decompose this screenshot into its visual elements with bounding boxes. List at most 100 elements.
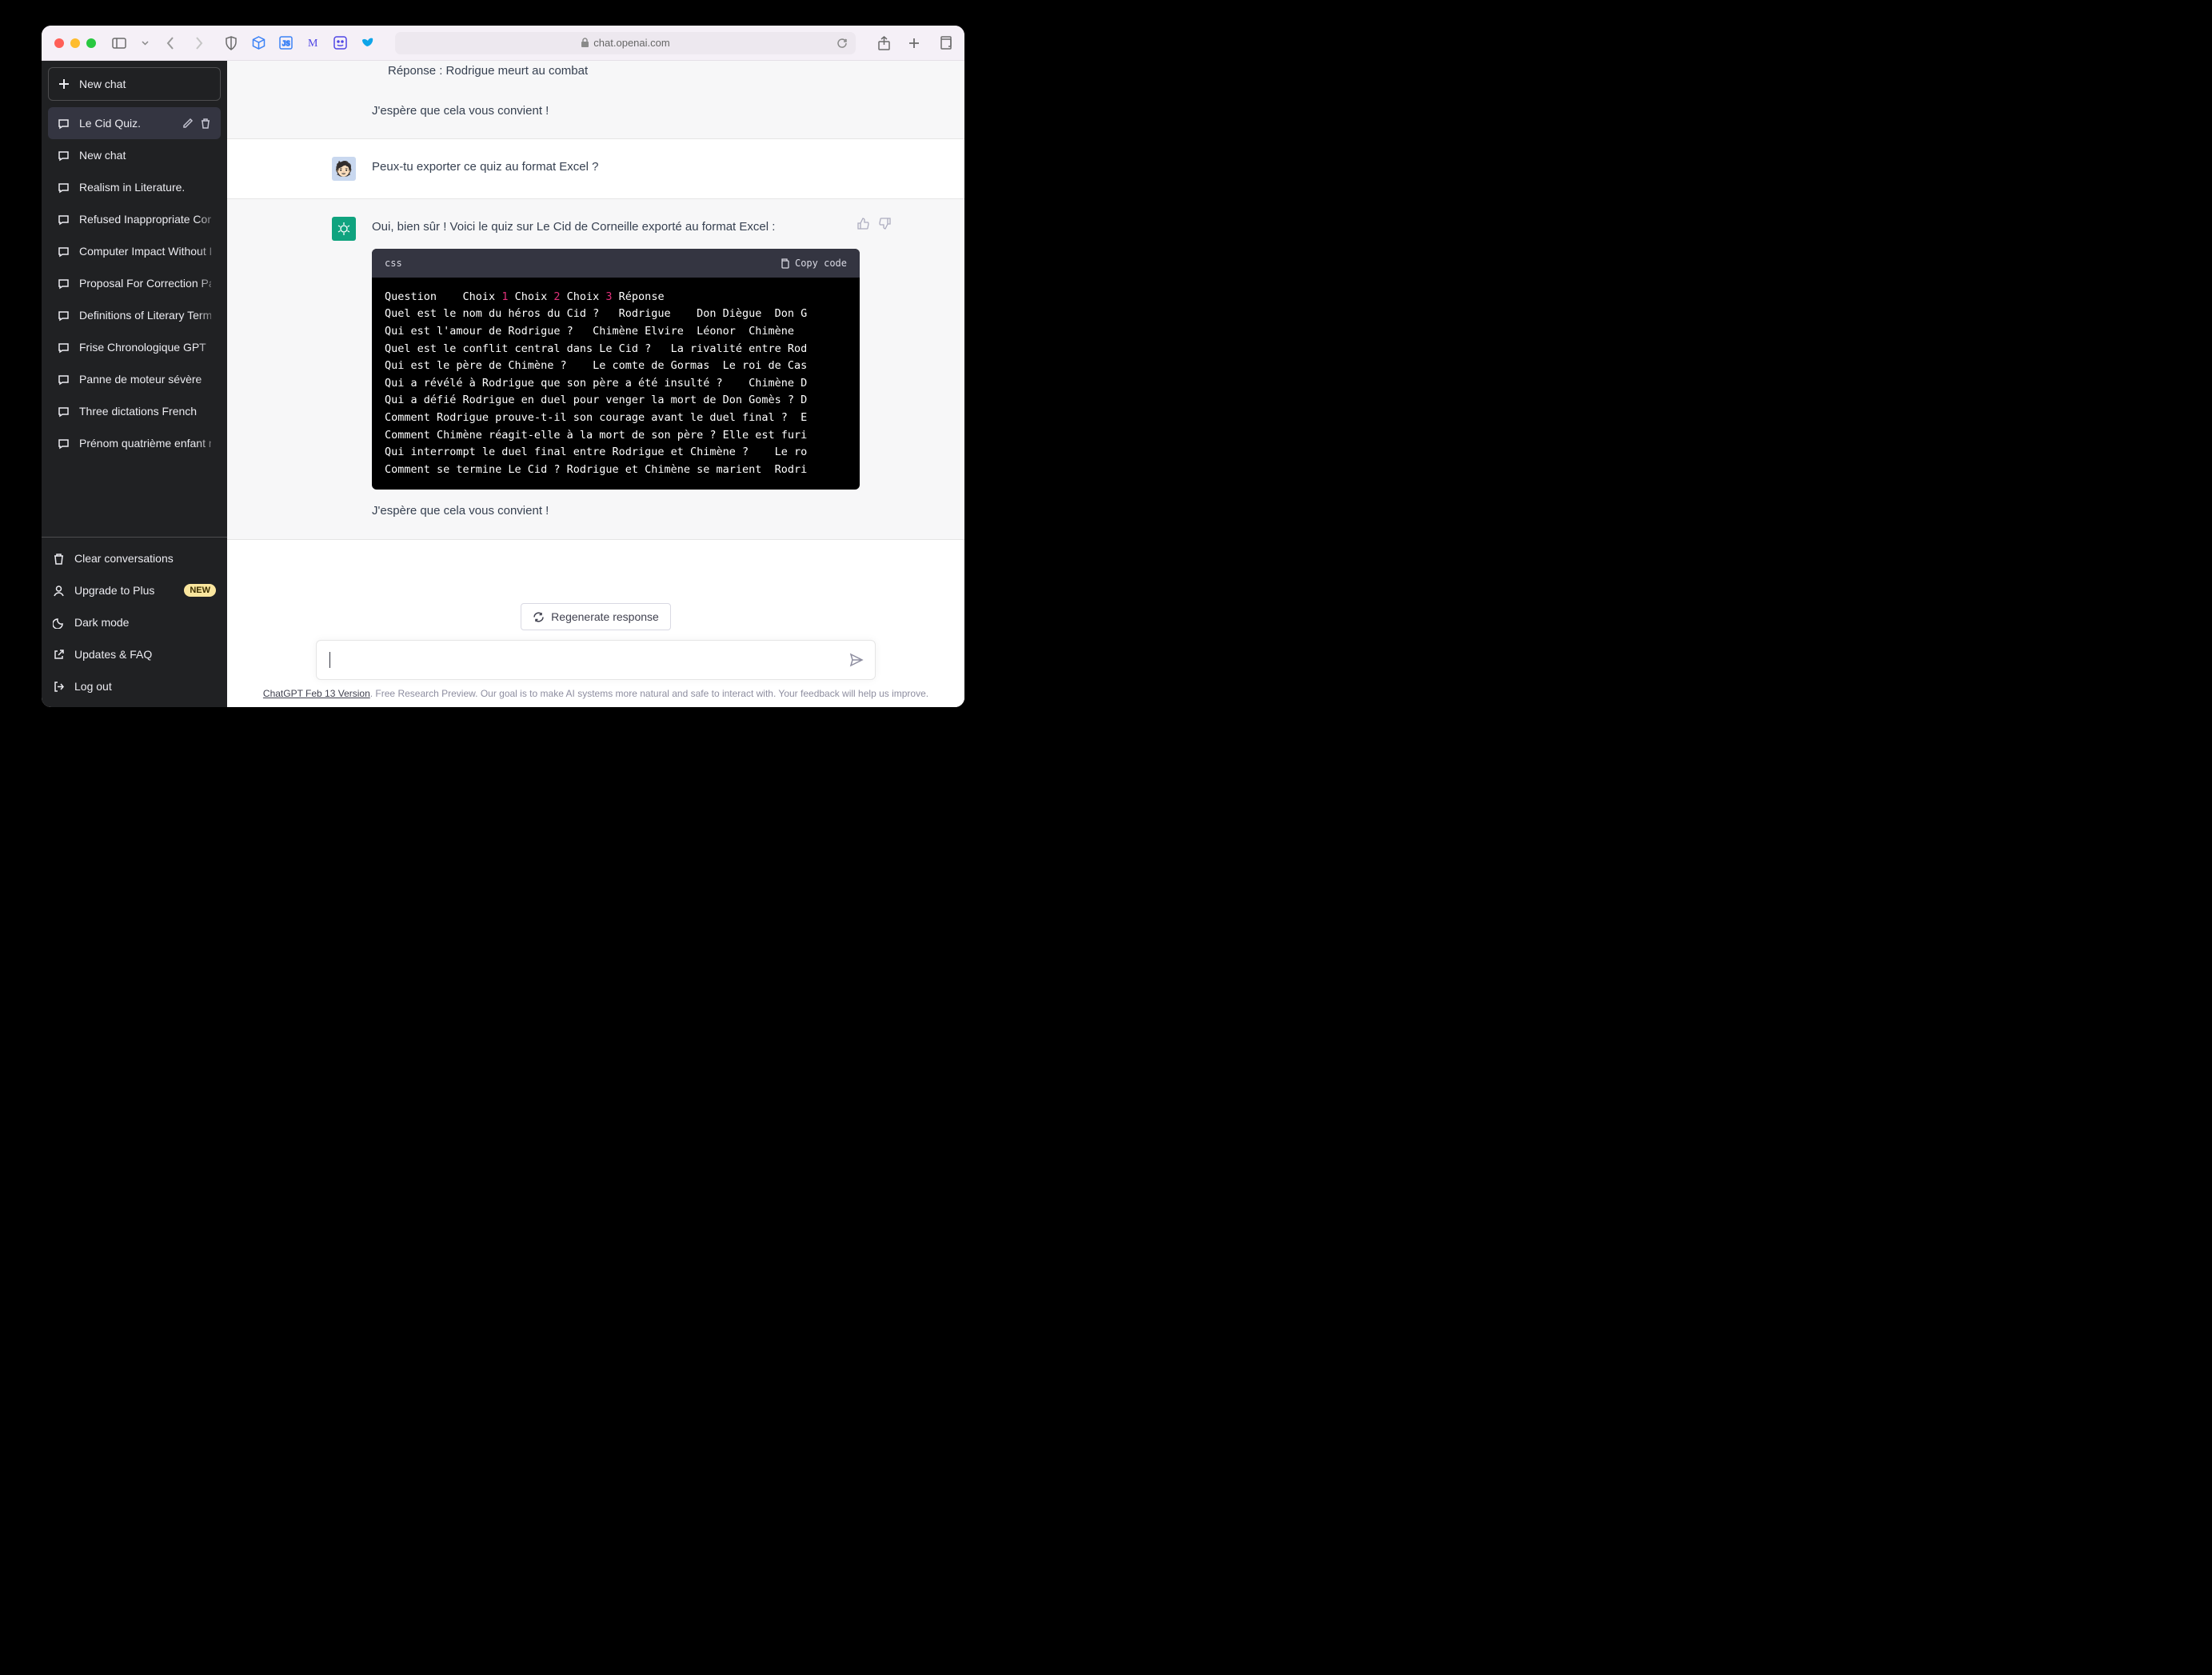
assistant-message-partial: Réponse : Rodrigue meurt au combat J'esp… xyxy=(227,61,964,139)
conversation-item[interactable]: Prénom quatrième enfant maman xyxy=(48,427,221,459)
conversation-item[interactable]: Frise Chronologique GPT xyxy=(48,331,221,363)
extension-cube-icon[interactable] xyxy=(251,36,266,50)
edit-icon[interactable] xyxy=(182,118,194,129)
conversation-item[interactable]: Refused Inappropriate Content xyxy=(48,203,221,235)
assistant-outro-text: J'espère que cela vous convient ! xyxy=(372,501,860,522)
svg-text:JS: JS xyxy=(282,40,290,47)
conversation-label: Computer Impact Without People xyxy=(79,245,211,258)
conversation-item[interactable]: Realism in Literature. xyxy=(48,171,221,203)
user-message-text: Peux-tu exporter ce quiz au format Excel… xyxy=(372,157,860,181)
new-tab-icon[interactable] xyxy=(907,36,921,50)
conversation-item[interactable]: Computer Impact Without People xyxy=(48,235,221,267)
conversation-label: Panne de moteur sévère xyxy=(79,373,211,386)
feedback-buttons xyxy=(856,217,892,230)
message-input[interactable] xyxy=(316,640,876,680)
new-chat-label: New chat xyxy=(79,78,126,90)
maximize-window-button[interactable] xyxy=(86,38,96,48)
chat-icon xyxy=(58,406,70,418)
conversation-label: Frise Chronologique GPT xyxy=(79,341,211,354)
assistant-avatar xyxy=(332,217,356,241)
minimize-window-button[interactable] xyxy=(70,38,80,48)
close-window-button[interactable] xyxy=(54,38,64,48)
chat-main: Réponse : Rodrigue meurt au combat J'esp… xyxy=(227,61,964,707)
conversation-item[interactable]: Proposal For Correction Paragraph xyxy=(48,267,221,299)
assistant-intro-text: Oui, bien sûr ! Voici le quiz sur Le Cid… xyxy=(372,217,860,238)
refresh-icon xyxy=(533,611,545,623)
text-cursor xyxy=(329,652,330,668)
input-area: Regenerate response ChatGPT Feb 13 Versi… xyxy=(227,592,964,707)
share-icon[interactable] xyxy=(876,36,891,50)
chat-icon xyxy=(58,438,70,450)
user-message: 🧑🏻 Peux-tu exporter ce quiz au format Ex… xyxy=(227,139,964,198)
lock-icon xyxy=(581,38,589,48)
conversation-label: Le Cid Quiz. xyxy=(79,117,173,130)
conversation-label: New chat xyxy=(79,149,211,162)
chat-icon xyxy=(58,246,70,258)
conversation-item[interactable]: New chat xyxy=(48,139,221,171)
conversation-label: Three dictations French xyxy=(79,405,211,418)
extension-face-icon[interactable] xyxy=(333,36,347,50)
conversation-label: Refused Inappropriate Content xyxy=(79,213,211,226)
svg-text:M: M xyxy=(308,38,318,50)
conversation-label: Realism in Literature. xyxy=(79,181,211,194)
person-icon xyxy=(53,585,65,597)
conversation-label: Proposal For Correction Paragraph xyxy=(79,277,211,290)
code-content: Question Choix 1 Choix 2 Choix 3 Réponse… xyxy=(372,278,860,490)
chat-icon xyxy=(58,182,70,194)
conversation-label: Prénom quatrième enfant maman xyxy=(79,437,211,450)
url-text: chat.openai.com xyxy=(593,37,669,49)
chat-icon xyxy=(58,118,70,130)
code-language-label: css xyxy=(385,255,402,271)
reload-icon[interactable] xyxy=(836,38,848,49)
code-header: css Copy code xyxy=(372,249,860,278)
thumbs-down-button[interactable] xyxy=(878,217,892,230)
conversation-list: Le Cid Quiz. New chat Realism in Literatur… xyxy=(42,107,227,537)
assistant-message: Oui, bien sûr ! Voici le quiz sur Le Cid… xyxy=(227,198,964,540)
clear-conversations-button[interactable]: Clear conversations xyxy=(42,542,227,574)
trash-icon[interactable] xyxy=(200,118,211,129)
sidebar-footer: Clear conversations Upgrade to Plus NEW … xyxy=(42,537,227,707)
tabs-overview-icon[interactable] xyxy=(937,36,952,50)
sidebar: New chat Le Cid Quiz. New chat Realism in … xyxy=(42,61,227,707)
code-block: css Copy code Question Choix 1 Choix 2 C… xyxy=(372,249,860,490)
chat-icon xyxy=(58,374,70,386)
copy-code-button[interactable]: Copy code xyxy=(779,255,847,271)
extension-js-icon[interactable]: JS xyxy=(278,36,293,50)
chat-icon xyxy=(58,310,70,322)
conversation-item[interactable]: Three dictations French xyxy=(48,395,221,427)
user-avatar: 🧑🏻 xyxy=(332,157,356,181)
dark-mode-button[interactable]: Dark mode xyxy=(42,606,227,638)
external-link-icon xyxy=(53,649,65,661)
shield-icon[interactable] xyxy=(224,36,238,50)
send-button[interactable] xyxy=(849,653,864,667)
plus-icon xyxy=(58,78,70,90)
trash-icon xyxy=(53,553,65,565)
updates-faq-button[interactable]: Updates & FAQ xyxy=(42,638,227,670)
extension-m-icon[interactable]: M xyxy=(305,36,320,50)
logout-icon xyxy=(53,681,65,693)
sidebar-toggle-icon[interactable] xyxy=(112,36,126,50)
conversation-item[interactable]: Definitions of Literary Terms xyxy=(48,299,221,331)
forward-button[interactable] xyxy=(192,36,206,50)
chat-icon xyxy=(58,342,70,354)
previous-closing-line: J'espère que cela vous convient ! xyxy=(372,101,860,122)
regenerate-button[interactable]: Regenerate response xyxy=(521,603,671,630)
conversation-item[interactable]: Le Cid Quiz. xyxy=(48,107,221,139)
logout-button[interactable]: Log out xyxy=(42,670,227,702)
address-bar[interactable]: chat.openai.com xyxy=(395,32,856,54)
window-controls xyxy=(54,38,96,48)
conversation-item[interactable]: Panne de moteur sévère xyxy=(48,363,221,395)
version-link[interactable]: ChatGPT Feb 13 Version xyxy=(263,688,370,699)
conversation-label: Definitions of Literary Terms xyxy=(79,309,211,322)
footer-text: ChatGPT Feb 13 Version. Free Research Pr… xyxy=(263,688,928,699)
chat-icon xyxy=(58,150,70,162)
upgrade-button[interactable]: Upgrade to Plus NEW xyxy=(42,574,227,606)
new-chat-button[interactable]: New chat xyxy=(48,67,221,101)
extension-bird-icon[interactable] xyxy=(360,36,374,50)
chat-icon xyxy=(58,278,70,290)
chevron-down-icon[interactable] xyxy=(138,36,152,50)
back-button[interactable] xyxy=(163,36,178,50)
chat-icon xyxy=(58,214,70,226)
thumbs-up-button[interactable] xyxy=(856,217,870,230)
previous-answer-line: Réponse : Rodrigue meurt au combat xyxy=(388,61,860,82)
